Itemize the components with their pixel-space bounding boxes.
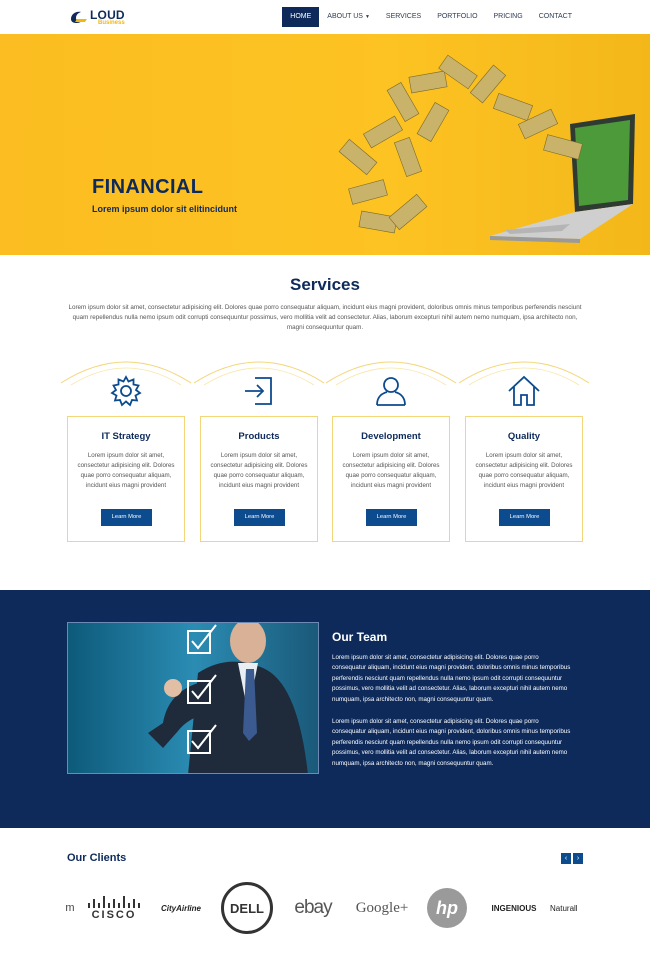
client-logo-hp: hp bbox=[424, 878, 470, 938]
nav-pricing[interactable]: PRICING bbox=[486, 7, 531, 27]
client-logo-text: hp bbox=[436, 897, 458, 918]
prev-arrow-button[interactable]: ‹ bbox=[561, 853, 571, 864]
services-intro: Lorem ipsum dolor sit amet, consectetur … bbox=[68, 304, 582, 331]
client-logo-text: ebay bbox=[294, 897, 332, 918]
dollar-bills-icon bbox=[338, 54, 583, 234]
page: LOUD Business HOME ABOUT US ▼ SERVICES PO… bbox=[0, 0, 650, 953]
service-title: IT Strategy bbox=[101, 431, 151, 442]
hero-subtitle: Lorem ipsum dolor sit elitincidunt bbox=[92, 204, 238, 214]
client-logo-cisco: CISCO bbox=[86, 878, 142, 938]
client-logo-naturally: Naturall bbox=[550, 878, 590, 938]
service-text: Lorem ipsum dolor sit amet, consectetur … bbox=[475, 452, 573, 489]
team-photo bbox=[67, 622, 319, 774]
learn-more-button[interactable]: Learn More bbox=[234, 509, 285, 526]
nav-home-label: HOME bbox=[290, 13, 312, 20]
laptop-icon bbox=[490, 114, 635, 243]
client-logo-text: CityAirline bbox=[160, 903, 201, 913]
nav-about-label: ABOUT US bbox=[327, 13, 363, 20]
learn-more-button[interactable]: Learn More bbox=[499, 509, 550, 526]
service-it-strategy: IT Strategy Lorem ipsum dolor sit amet, … bbox=[60, 345, 192, 545]
client-logo-text: CISCO bbox=[91, 909, 137, 921]
cisco-bars-icon bbox=[88, 896, 140, 908]
team-paragraph-1: Lorem ipsum dolor sit amet, consectetur … bbox=[332, 654, 571, 703]
service-title: Products bbox=[238, 431, 280, 442]
nav-about-us[interactable]: ABOUT US ▼ bbox=[319, 7, 378, 27]
gear-icon bbox=[110, 375, 142, 407]
dell-circle-icon: DELL bbox=[221, 882, 273, 934]
learn-more-button[interactable]: Learn More bbox=[101, 509, 152, 526]
nav-portfolio[interactable]: PORTFOLIO bbox=[429, 7, 485, 27]
service-products: Products Lorem ipsum dolor sit amet, con… bbox=[193, 345, 325, 545]
service-title: Quality bbox=[507, 431, 541, 442]
service-card: Development Lorem ipsum dolor sit amet, … bbox=[332, 416, 450, 542]
service-development: Development Lorem ipsum dolor sit amet, … bbox=[325, 345, 457, 545]
team-title: Our Team bbox=[332, 630, 388, 644]
service-text: Lorem ipsum dolor sit amet, consectetur … bbox=[342, 452, 440, 489]
logo-text: LOUD bbox=[90, 7, 125, 22]
services-title: Services bbox=[290, 275, 360, 294]
service-text: Lorem ipsum dolor sit amet, consectetur … bbox=[210, 452, 308, 489]
service-card: Quality Lorem ipsum dolor sit amet, cons… bbox=[465, 416, 583, 542]
team-section: Our Team Lorem ipsum dolor sit amet, con… bbox=[0, 590, 650, 828]
main-nav: HOME ABOUT US ▼ SERVICES PORTFOLIO PRICIN… bbox=[282, 7, 580, 27]
nav-services-label: SERVICES bbox=[385, 13, 422, 20]
nav-contact-label: CONTACT bbox=[538, 13, 572, 20]
hero-banner: FINANCIAL Lorem ipsum dolor sit elitinci… bbox=[0, 34, 650, 255]
home-icon bbox=[508, 375, 540, 406]
hp-circle-icon: hp bbox=[427, 888, 467, 928]
client-logo-text: DELL bbox=[230, 900, 264, 916]
client-logo-text: INGENIOUS bbox=[491, 903, 537, 913]
businessman-checklist-image bbox=[68, 623, 318, 773]
sign-in-icon bbox=[245, 377, 272, 405]
nav-home[interactable]: HOME bbox=[282, 7, 320, 27]
client-logo-text: m bbox=[65, 902, 75, 914]
nav-services[interactable]: SERVICES bbox=[378, 7, 429, 27]
header: LOUD Business HOME ABOUT US ▼ SERVICES PO… bbox=[0, 0, 650, 34]
service-text: Lorem ipsum dolor sit amet, consectetur … bbox=[77, 452, 175, 489]
service-card: Products Lorem ipsum dolor sit amet, con… bbox=[200, 416, 318, 542]
hero-title: FINANCIAL bbox=[92, 176, 204, 198]
logo-mark-icon bbox=[71, 11, 87, 24]
service-card: IT Strategy Lorem ipsum dolor sit amet, … bbox=[67, 416, 185, 542]
client-logo-text: Google+ bbox=[355, 899, 409, 916]
service-title: Development bbox=[361, 431, 421, 442]
client-logo-partial: m bbox=[62, 878, 78, 938]
client-logo-ingenious: INGENIOUS bbox=[480, 878, 548, 938]
user-icon bbox=[376, 377, 406, 406]
clients-title: Our Clients bbox=[67, 852, 127, 864]
next-arrow-button[interactable]: › bbox=[573, 853, 583, 864]
client-logo-google-plus: Google+ bbox=[350, 878, 414, 938]
service-quality: Quality Lorem ipsum dolor sit amet, cons… bbox=[458, 345, 590, 545]
money-laptop-illustration bbox=[338, 54, 635, 243]
client-logo-dell: DELL bbox=[220, 878, 274, 938]
team-paragraph-2: Lorem ipsum dolor sit amet, consectetur … bbox=[332, 718, 571, 767]
nav-contact[interactable]: CONTACT bbox=[531, 7, 580, 27]
nav-portfolio-label: PORTFOLIO bbox=[437, 13, 478, 20]
client-logo-ebay: ebay bbox=[286, 878, 340, 938]
caret-down-icon: ▼ bbox=[364, 14, 370, 20]
client-logo-cityairline: CityAirline bbox=[152, 878, 210, 938]
logo[interactable]: LOUD Business bbox=[68, 7, 125, 27]
nav-pricing-label: PRICING bbox=[493, 13, 523, 20]
logo-subtext: Business bbox=[98, 19, 125, 26]
client-logo-text: Naturall bbox=[550, 903, 578, 913]
clients-carousel: m CISCO CityAirline DELL ebay Google+ hp… bbox=[60, 878, 650, 938]
learn-more-button[interactable]: Learn More bbox=[366, 509, 417, 526]
